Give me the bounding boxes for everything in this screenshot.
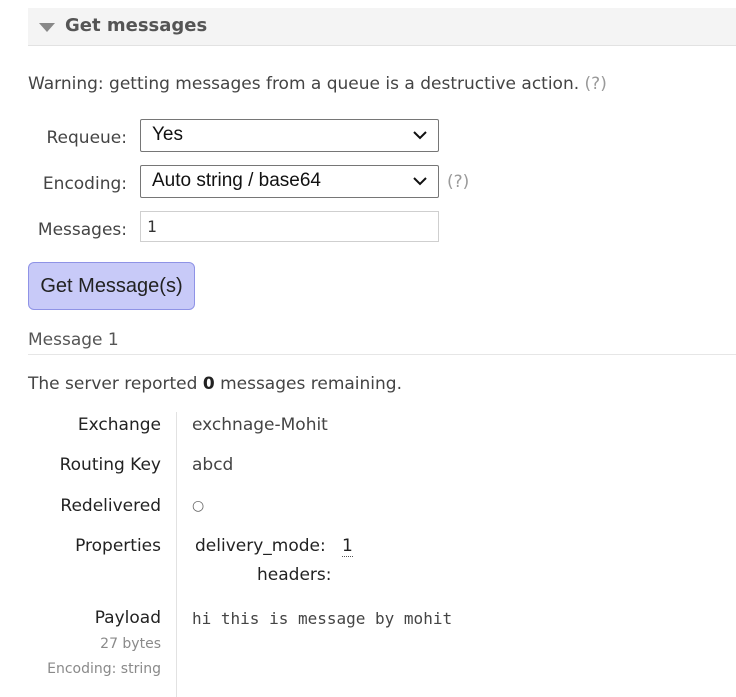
- exchange-value: exchnage-Mohit: [192, 415, 328, 435]
- encoding-help-link[interactable]: (?): [447, 172, 469, 192]
- delivery-mode-value-text: 1: [342, 536, 353, 557]
- chevron-down-icon: [413, 177, 427, 186]
- remaining-text: The server reported 0 messages remaining…: [28, 374, 402, 394]
- delivery-mode-key: delivery_mode:: [195, 536, 326, 556]
- get-messages-button[interactable]: Get Message(s): [28, 262, 195, 310]
- payload-size: 27 bytes: [100, 636, 161, 652]
- remaining-count: 0: [202, 374, 215, 394]
- payload-value: hi this is message by mohit: [192, 609, 453, 628]
- exchange-label: Exchange: [77, 415, 161, 435]
- encoding-select[interactable]: Auto string / base64: [140, 165, 439, 198]
- requeue-label: Requeue:: [46, 128, 128, 148]
- redelivered-label: Redelivered: [60, 496, 161, 516]
- delivery-mode-value: 1: [342, 536, 353, 557]
- encoding-select-value: Auto string / base64: [152, 170, 321, 191]
- headers-key: headers:: [257, 565, 332, 585]
- remaining-suffix: messages remaining.: [220, 374, 402, 394]
- encoding-label: Encoding:: [42, 174, 127, 194]
- warning-help-link[interactable]: (?): [585, 74, 607, 94]
- details-divider: [176, 412, 177, 697]
- properties-label: Properties: [75, 536, 161, 556]
- redelivered-indicator-icon: ○: [192, 498, 205, 514]
- payload-encoding: Encoding: string: [47, 661, 161, 677]
- payload-label: Payload: [94, 608, 161, 628]
- warning-text: Warning: getting messages from a queue i…: [28, 74, 607, 94]
- messages-input[interactable]: 1: [140, 211, 439, 242]
- chevron-down-icon: [413, 131, 427, 140]
- section-header[interactable]: Get messages: [28, 8, 736, 46]
- routing-key-value: abcd: [192, 455, 234, 475]
- messages-input-value: 1: [147, 217, 157, 236]
- message-heading: Message 1: [28, 330, 736, 355]
- requeue-select[interactable]: Yes: [140, 119, 439, 152]
- remaining-prefix: The server reported: [28, 374, 198, 394]
- section-title: Get messages: [65, 15, 208, 36]
- routing-key-label: Routing Key: [59, 455, 161, 475]
- requeue-select-value: Yes: [152, 124, 183, 145]
- warning-message: Warning: getting messages from a queue i…: [28, 74, 580, 94]
- collapse-triangle-icon: [39, 23, 55, 32]
- messages-label: Messages:: [37, 220, 127, 240]
